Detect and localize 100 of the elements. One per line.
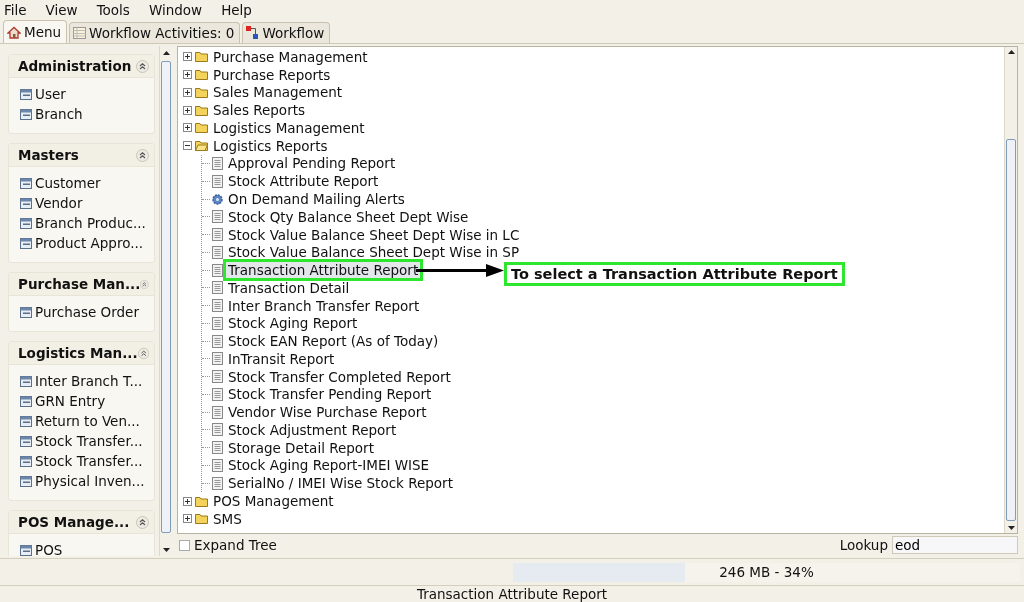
tree-folder[interactable]: Logistics Reports: [211, 137, 330, 154]
menu-item[interactable]: Tools: [96, 2, 137, 18]
expand-icon[interactable]: [183, 52, 192, 62]
lookup-label: Lookup: [839, 537, 888, 553]
down-arrow-icon[interactable]: [1007, 526, 1015, 530]
down-arrow-icon[interactable]: [162, 547, 170, 552]
memory-text: 246 MB - 34%: [719, 564, 814, 580]
folder-icon: [195, 51, 208, 63]
tree-item[interactable]: InTransit Report: [226, 350, 337, 367]
checkbox[interactable]: [179, 539, 190, 551]
sidebar-item[interactable]: Branch: [35, 106, 83, 122]
form-icon: [20, 435, 32, 447]
tab[interactable]: Workflow: [242, 22, 331, 43]
document-icon: [212, 423, 223, 437]
folder-icon: [195, 86, 208, 98]
sidebar-item[interactable]: Stock Transfer...: [35, 433, 143, 449]
expand-icon[interactable]: [183, 87, 192, 97]
sidebar-item[interactable]: Return to Ven...: [35, 413, 140, 429]
tree-item[interactable]: Approval Pending Report: [226, 155, 398, 172]
collapse-icon[interactable]: [136, 515, 149, 529]
expand-icon[interactable]: [183, 70, 192, 80]
section-title: POS Manage...: [18, 514, 130, 530]
document-icon: [212, 263, 223, 277]
document-icon: [212, 316, 223, 330]
form-icon: [20, 375, 32, 387]
document-icon: [212, 174, 223, 188]
folder-icon: [195, 104, 208, 116]
up-arrow-icon[interactable]: [1007, 50, 1015, 54]
sidebar-item[interactable]: GRN Entry: [35, 393, 106, 409]
scrollbar[interactable]: [159, 46, 172, 556]
collapse-icon[interactable]: [136, 59, 149, 73]
tree-folder[interactable]: Logistics Management: [211, 119, 367, 136]
collapse-icon[interactable]: [136, 148, 149, 162]
tree-item[interactable]: Vendor Wise Purchase Report: [226, 404, 429, 421]
tree-item[interactable]: Stock Aging Report: [226, 315, 360, 332]
tree-item[interactable]: Transaction Attribute Report: [226, 262, 421, 279]
document-icon: [212, 459, 223, 472]
document-icon: [212, 441, 223, 455]
document-icon: [212, 281, 223, 295]
document-icon: [212, 370, 223, 384]
expand-icon[interactable]: [183, 123, 192, 133]
sidebar-item[interactable]: Physical Inven...: [35, 473, 145, 489]
document-icon: [212, 210, 223, 224]
form-icon: [20, 108, 32, 120]
section-title: Administration: [18, 58, 132, 74]
callout: To select a Transaction Attribute Report: [504, 262, 845, 286]
tab[interactable]: Menu: [3, 20, 68, 43]
document-icon: [212, 156, 223, 170]
tree-item[interactable]: Stock Attribute Report: [226, 173, 381, 190]
tree-folder[interactable]: POS Management: [211, 493, 336, 509]
lookup-field[interactable]: eod: [892, 536, 1018, 554]
tree-folder[interactable]: Purchase Management: [211, 48, 370, 65]
form-icon: [20, 88, 32, 100]
tree-folder[interactable]: Sales Management: [211, 84, 345, 101]
scrollbar[interactable]: [1004, 47, 1017, 533]
tree-item[interactable]: Stock EAN Report (As of Today): [226, 333, 441, 350]
up-arrow-icon[interactable]: [162, 50, 170, 55]
tree-item[interactable]: Transaction Detail: [226, 279, 352, 296]
house-icon: [7, 25, 21, 39]
form-icon: [20, 415, 32, 427]
tree-item[interactable]: SerialNo / IMEI Wise Stock Report: [226, 475, 455, 492]
tree-folder[interactable]: Sales Reports: [211, 102, 307, 119]
tree-item[interactable]: On Demand Mailing Alerts: [226, 191, 407, 207]
tree-folder[interactable]: Purchase Reports: [211, 66, 333, 83]
tree-item[interactable]: Stock Aging Report-IMEI WISE: [226, 457, 432, 474]
menu-item[interactable]: File: [4, 2, 34, 18]
status-text: Transaction Attribute Report: [416, 586, 608, 602]
tree-item[interactable]: Stock Adjustment Report: [226, 421, 399, 438]
table-icon: [73, 27, 87, 39]
form-icon: [20, 475, 32, 487]
sidebar-item[interactable]: Customer: [35, 175, 101, 191]
section-title: Purchase Man...: [18, 276, 141, 292]
tree-item[interactable]: Storage Detail Report: [226, 439, 376, 456]
tree-item[interactable]: Stock Value Balance Sheet Dept Wise in LC: [226, 226, 522, 243]
menu-item[interactable]: View: [45, 2, 85, 18]
tree-item[interactable]: Stock Value Balance Sheet Dept Wise in SP: [226, 244, 522, 261]
expand-icon[interactable]: [183, 514, 192, 524]
sidebar-item[interactable]: Vendor: [35, 195, 83, 211]
expand-icon[interactable]: [183, 105, 192, 115]
tree-folder[interactable]: SMS: [211, 510, 244, 527]
menu-item[interactable]: Help: [221, 2, 259, 18]
section-title: Masters: [18, 147, 79, 163]
document-icon: [212, 387, 223, 401]
document-icon: [212, 228, 223, 242]
sidebar-item[interactable]: Stock Transfer...: [35, 453, 143, 469]
tab[interactable]: Workflow Activities: 0: [69, 22, 241, 43]
form-icon: [20, 197, 32, 209]
sidebar-item[interactable]: Inter Branch T...: [35, 373, 143, 389]
tree-item[interactable]: Inter Branch Transfer Report: [226, 297, 422, 314]
sidebar-item[interactable]: Product Appro...: [35, 235, 144, 251]
expand-icon[interactable]: [183, 496, 192, 506]
sidebar-item[interactable]: User: [35, 86, 66, 102]
tree-item[interactable]: Stock Transfer Completed Report: [226, 368, 453, 385]
collapse-icon[interactable]: [183, 141, 192, 151]
sidebar-item[interactable]: Purchase Order: [35, 304, 139, 320]
sidebar-item[interactable]: POS: [35, 542, 63, 556]
menu-item[interactable]: Window: [148, 2, 210, 18]
sidebar-item[interactable]: Branch Produc...: [35, 215, 146, 231]
tree-item[interactable]: Stock Qty Balance Sheet Dept Wise: [226, 208, 471, 225]
tree-item[interactable]: Stock Transfer Pending Report: [226, 386, 434, 403]
